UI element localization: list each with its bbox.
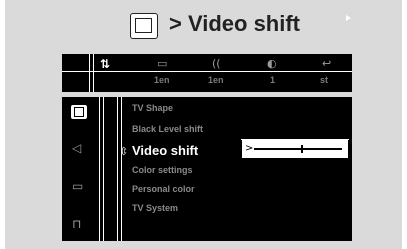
program-icon[interactable]: ↩ (322, 57, 331, 71)
menu-item-video-shift[interactable]: Video shift (132, 143, 198, 158)
picture-icon[interactable] (71, 105, 87, 119)
menu-item-tv-system[interactable]: TV System (132, 203, 178, 213)
menu-item-color-settings[interactable]: Color settings (132, 165, 193, 175)
angle-icon[interactable]: ◐ (267, 57, 277, 71)
audio-value: 1en (208, 75, 224, 85)
page-title: > Video shift (169, 11, 301, 36)
slider-thumb[interactable] (301, 145, 304, 153)
speaker-icon[interactable]: ◁ (72, 141, 81, 155)
subtitle-value: 1en (154, 75, 170, 85)
setup-icon[interactable]: ⇅ (100, 57, 110, 71)
tv-shape-icon (130, 13, 158, 39)
language-icon[interactable]: ▭ (72, 179, 83, 193)
menu-item-personal-color[interactable]: Personal color (132, 184, 195, 194)
slider-track (254, 148, 342, 150)
subtitle-icon[interactable]: ▭ (157, 57, 167, 71)
screen-frame: > Video shift ⇅ ▭ 1en (( 1en ◐ 1 ↩ st ◁ … (5, 0, 402, 249)
features-icon[interactable]: ⊓ (72, 217, 81, 231)
program-value: st (320, 75, 329, 85)
scroll-right-arrow-icon[interactable] (346, 15, 351, 21)
slider-pointer-icon: > (245, 143, 254, 154)
menu-item-black-level-shift[interactable]: Black Level shift (132, 124, 203, 134)
menu-item-tv-shape[interactable]: TV Shape (132, 103, 173, 113)
top-menu-bar: ⇅ ▭ 1en (( 1en ◐ 1 ↩ st (62, 54, 352, 92)
audio-icon[interactable]: (( (212, 57, 221, 71)
video-shift-slider[interactable]: > (242, 140, 348, 158)
settings-panel: ◁ ▭ ⊓ TV Shape Black Level shift ⇳ Video… (62, 97, 352, 241)
angle-value: 1 (270, 75, 276, 85)
selection-marker-icon: ⇳ (119, 145, 129, 158)
